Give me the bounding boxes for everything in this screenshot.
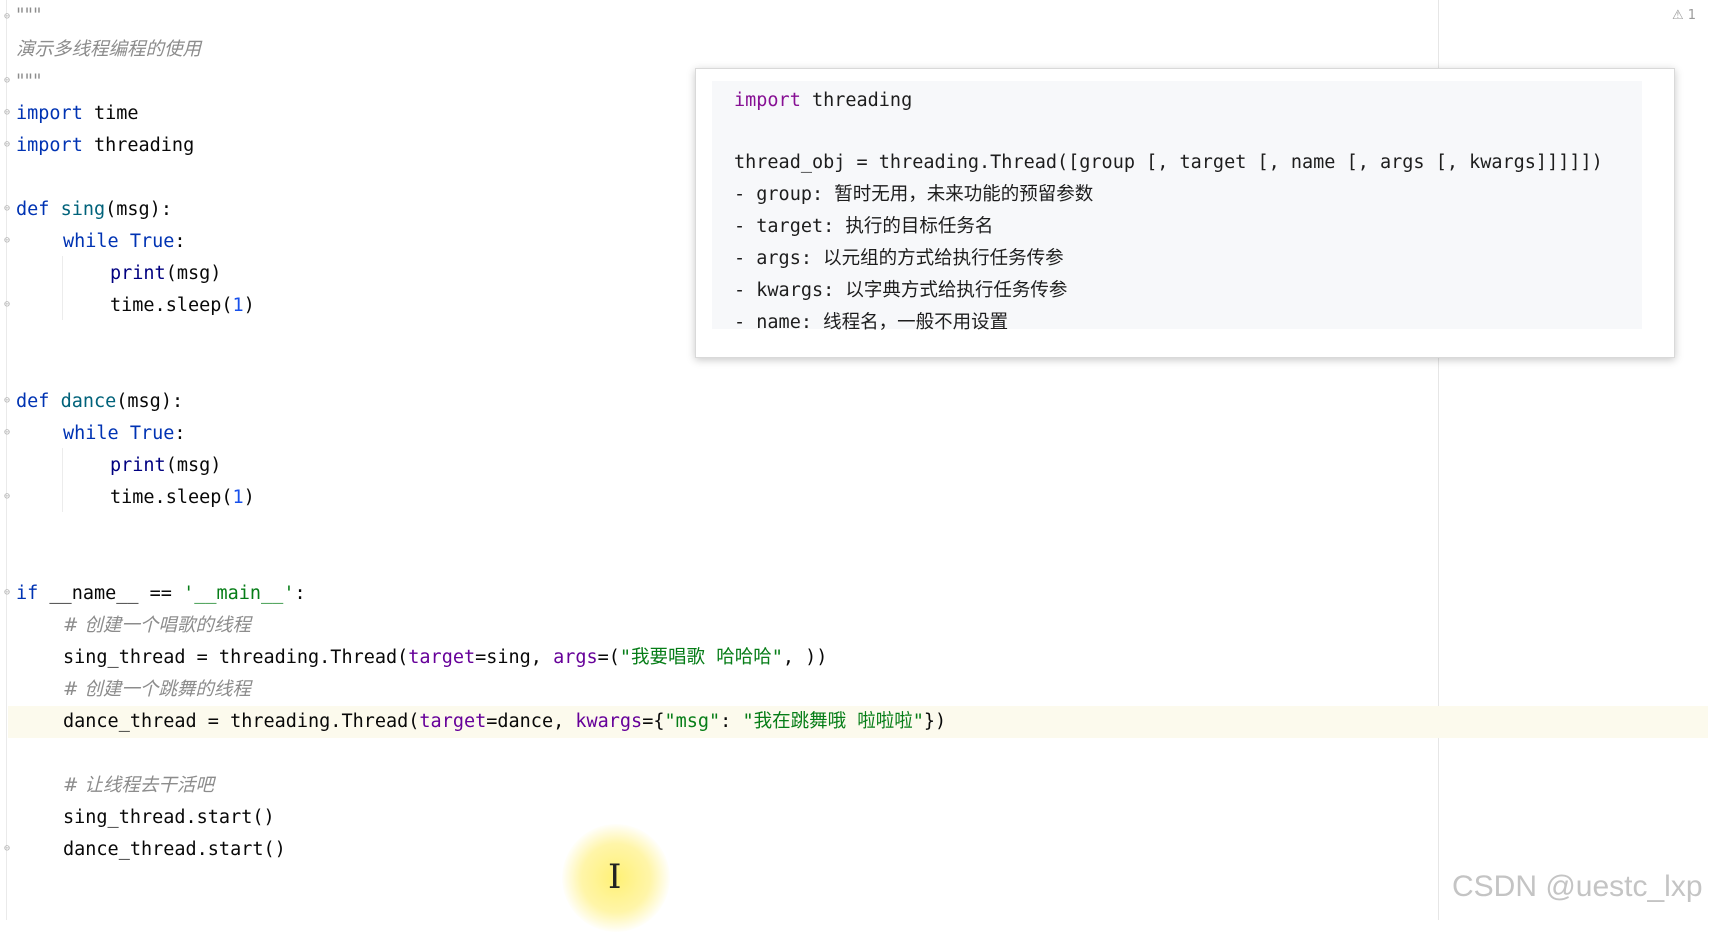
code-line: sing_thread.start() [63,807,275,828]
code-line: """ [16,5,42,26]
code-line: if __name__ == '__main__': [16,583,306,604]
indent-guide [62,448,63,512]
code-line: def dance(msg): [16,391,184,412]
text-cursor-icon: I [608,857,622,897]
doc-param-target: - target: 执行的目标任务名 [734,216,994,237]
fold-marker-icon[interactable]: ⊖ [4,12,12,22]
watermark: CSDN @uestc_lxp [1452,870,1703,903]
code-line: while True: [63,423,186,444]
fold-marker-icon[interactable]: ⊖ [4,588,12,598]
documentation-popup[interactable]: import threading thread_obj = threading.… [695,68,1675,358]
fold-marker-icon[interactable]: ⊖ [4,76,12,86]
code-line: time.sleep(1) [110,487,255,508]
code-line: while True: [63,231,186,252]
doc-line: import threading [734,90,913,111]
fold-marker-icon[interactable]: ⊖ [4,108,12,118]
fold-marker-icon[interactable]: ⊖ [4,428,12,438]
documentation-code-block: import threading thread_obj = threading.… [712,81,1642,333]
doc-param-args: - args: 以元组的方式给执行任务传参 [734,248,1064,269]
code-line: 演示多线程编程的使用 [16,39,202,60]
fold-marker-icon[interactable]: ⊖ [4,140,12,150]
gutter-divider [6,0,7,920]
code-comment: # 创建一个跳舞的线程 [63,679,251,700]
fold-marker-icon[interactable]: ⊖ [4,236,12,246]
fold-marker-icon[interactable]: ⊖ [4,204,12,214]
fold-marker-icon[interactable]: ⊖ [4,396,12,406]
doc-param-group: - group: 暂时无用，未来功能的预留参数 [734,184,1094,205]
code-line: time.sleep(1) [110,295,255,316]
code-line: """ [16,71,42,92]
warning-indicator[interactable]: ⚠ 1 [1672,8,1696,23]
doc-param-name: - name: 线程名，一般不用设置 [734,312,1009,333]
doc-param-kwargs: - kwargs: 以字典方式给执行任务传参 [734,280,1068,301]
code-comment: # 创建一个唱歌的线程 [63,615,251,636]
code-line: print(msg) [110,455,222,476]
code-line: sing_thread = threading.Thread(target=si… [63,647,828,668]
code-line: import threading [16,135,195,156]
code-line-current: dance_thread = threading.Thread(target=d… [63,711,947,732]
code-line: import time [16,103,139,124]
fold-marker-icon[interactable]: ⊖ [4,300,12,310]
code-line: print(msg) [110,263,222,284]
fold-marker-icon[interactable]: ⊖ [4,844,12,854]
code-line: def sing(msg): [16,199,172,220]
fold-marker-icon[interactable]: ⊖ [4,492,12,502]
code-editor[interactable]: ⚠ 1 ⊖ ⊖ ⊖ ⊖ ⊖ ⊖ ⊖ ⊖ ⊖ ⊖ ⊖ ⊖ """ 演示多线程编程的… [0,0,1718,932]
doc-signature: thread_obj = threading.Thread([group [, … [734,152,1603,173]
code-line: dance_thread.start() [63,839,286,860]
code-comment: # 让线程去干活吧 [63,775,214,796]
indent-guide [62,256,63,320]
